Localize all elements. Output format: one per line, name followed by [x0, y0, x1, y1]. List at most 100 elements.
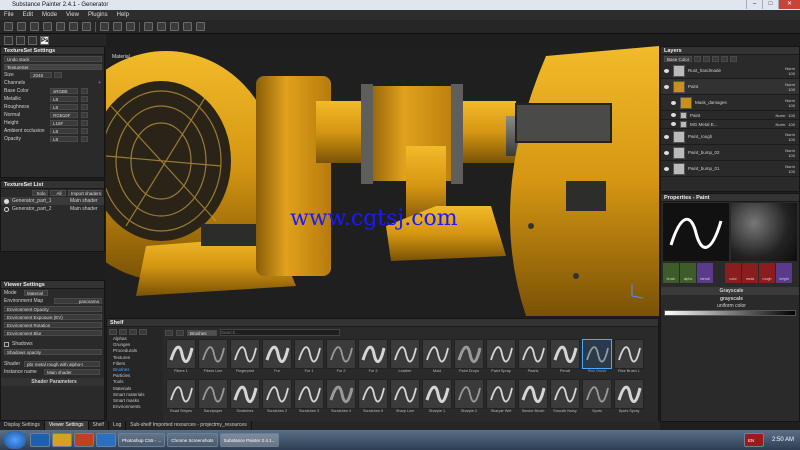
channel-format-dropdown[interactable]: L8	[50, 128, 78, 134]
env-blur-slider[interactable]: Environment Blur	[4, 330, 102, 336]
menu-file[interactable]: File	[4, 12, 14, 18]
visibility-eye-icon[interactable]	[664, 166, 669, 171]
shader-dropdown[interactable]: pbr metal rough with alpha-t	[24, 361, 100, 367]
folder-icon[interactable]	[52, 433, 72, 447]
blend-mode[interactable]: Norm	[785, 66, 795, 71]
shelf-search-input[interactable]	[220, 329, 340, 336]
shelf-item[interactable]: Sharpie 1	[421, 379, 453, 413]
env-exposure-slider[interactable]: Environment Exposure (EV)	[4, 314, 102, 320]
dock-tab[interactable]: Sub-shelf Imported resources - projectmy…	[126, 421, 252, 430]
ps-icon[interactable]	[96, 433, 116, 447]
photoshop-export-button[interactable]: Ps	[40, 35, 49, 45]
clone-icon[interactable]	[69, 22, 78, 31]
import-icon[interactable]	[139, 329, 147, 335]
ie-icon[interactable]	[30, 433, 50, 447]
layer-opacity[interactable]: 100	[785, 137, 795, 142]
shelf-item[interactable]: Pearls	[517, 339, 549, 373]
link-icon[interactable]	[54, 72, 62, 78]
radio-icon[interactable]	[4, 206, 9, 212]
shelf-item[interactable]: Sandpaper	[197, 379, 229, 413]
shelf-item[interactable]: Fingerprint	[229, 339, 261, 373]
visibility-eye-icon[interactable]	[671, 122, 676, 126]
camera-icon[interactable]	[126, 22, 135, 31]
taskbar-app-active[interactable]: Substance Painter 2.4.1...	[219, 433, 280, 447]
layer-opacity[interactable]: 100	[788, 122, 795, 127]
env-map-dropdown[interactable]: panorama	[54, 298, 102, 304]
shelf-item[interactable]: Scratches	[229, 379, 261, 413]
dock-tab[interactable]: Shelf	[89, 421, 109, 430]
shelf-item[interactable]: Fur 1	[293, 339, 325, 373]
channel-format-dropdown[interactable]: RGB16F	[50, 112, 78, 118]
visibility-eye-icon[interactable]	[671, 100, 676, 105]
blend-mode[interactable]: Norm	[785, 132, 795, 137]
size-dropdown[interactable]: 2048	[30, 72, 52, 78]
blend-mode[interactable]: Norm	[776, 122, 786, 127]
shelf-item[interactable]: Mold	[421, 339, 453, 373]
remove-channel-icon[interactable]	[81, 112, 88, 118]
metal-tab[interactable]: metal	[742, 263, 758, 283]
layer-opacity[interactable]: 100	[785, 87, 795, 92]
close-button[interactable]: ✕	[778, 0, 800, 9]
shelf-item[interactable]: Fur	[261, 339, 293, 373]
remove-channel-icon[interactable]	[81, 120, 88, 126]
list-view-icon[interactable]	[109, 329, 117, 335]
import-shaders-button[interactable]: Import shaders	[68, 190, 102, 196]
mode-dropdown[interactable]: Material	[24, 290, 48, 296]
shelf-item[interactable]: Sharp Line	[389, 379, 421, 413]
shelf-item[interactable]: Rice Brush L	[613, 339, 645, 373]
symmetry-icon[interactable]	[100, 22, 109, 31]
material-picker-icon[interactable]	[82, 22, 91, 31]
language-indicator[interactable]: EN	[743, 433, 764, 447]
taskbar-app[interactable]: Chrome Screenshots	[167, 433, 218, 447]
remove-channel-icon[interactable]	[81, 128, 88, 134]
list-item[interactable]: Generator_part_1 Main shader	[1, 197, 104, 205]
start-button[interactable]	[4, 431, 26, 449]
eraser-icon[interactable]	[17, 22, 26, 31]
shelf-item[interactable]: Sharpie 2	[453, 379, 485, 413]
env-rotation-slider[interactable]: Environment Rotation	[4, 322, 102, 328]
grid-view-icon[interactable]	[119, 329, 127, 335]
shelf-item[interactable]: Paint Spray	[485, 339, 517, 373]
menu-help[interactable]: Help	[117, 12, 129, 18]
layer-opacity[interactable]: 100	[785, 169, 795, 174]
all-button[interactable]: All	[50, 190, 66, 196]
shadows-checkbox[interactable]	[4, 341, 9, 347]
remove-channel-icon[interactable]	[81, 136, 88, 142]
shelf-item[interactable]: Rice Brush	[581, 339, 613, 373]
shelf-item[interactable]: Paint Drops	[453, 339, 485, 373]
channel-format-dropdown[interactable]: sRGB8	[50, 88, 78, 94]
lazy-mouse-icon[interactable]	[113, 22, 122, 31]
paint-brush-icon[interactable]	[4, 22, 13, 31]
channel-dropdown[interactable]: Base Color	[664, 56, 692, 62]
shelf-item[interactable]: Fibers 1	[165, 339, 197, 373]
layer-opacity[interactable]: 100	[785, 103, 795, 108]
add-fill-layer-icon[interactable]	[694, 56, 701, 62]
blend-mode[interactable]: Norm	[785, 82, 795, 87]
shelf-item[interactable]: Road Stripes	[165, 379, 197, 413]
stencil-tab[interactable]: stencil	[697, 263, 713, 283]
solo-button[interactable]: Solo	[32, 190, 48, 196]
3d-viewport[interactable]: Material www.cgtsj.com	[106, 46, 659, 316]
shelf-item[interactable]: Fur 3	[357, 339, 389, 373]
clock[interactable]: 2:50 AM	[772, 437, 794, 443]
list-item[interactable]: Generator_part_2 Main shader	[1, 205, 104, 213]
layer-row[interactable]: Mask_damages Norm 100	[661, 95, 799, 111]
channel-format-dropdown[interactable]: L8	[50, 96, 78, 102]
channel-format-dropdown[interactable]: L8	[50, 104, 78, 110]
shader-params-header[interactable]: Shader Parameters	[1, 378, 104, 386]
dock-tab[interactable]: Log	[109, 421, 127, 430]
instance-dropdown[interactable]: Main shader	[44, 369, 100, 375]
env-opacity-slider[interactable]: Environment Opacity	[4, 306, 102, 312]
media-icon[interactable]	[74, 433, 94, 447]
iray-icon[interactable]	[196, 22, 205, 31]
alpha-tab[interactable]: alpha	[680, 263, 696, 283]
brushes-filter-chip[interactable]: Brushes	[187, 329, 217, 336]
layer-row[interactable]: Rust_handmade Norm 100	[661, 63, 799, 79]
add-layer-icon[interactable]	[703, 56, 710, 62]
visibility-eye-icon[interactable]	[664, 150, 669, 155]
height-tab[interactable]: height	[776, 263, 792, 283]
blend-mode[interactable]: Norm	[785, 148, 795, 153]
layer-row[interactable]: Paint_bump_01 Norm 100	[661, 161, 799, 177]
smudge-icon[interactable]	[56, 22, 65, 31]
visibility-eye-icon[interactable]	[664, 134, 669, 139]
